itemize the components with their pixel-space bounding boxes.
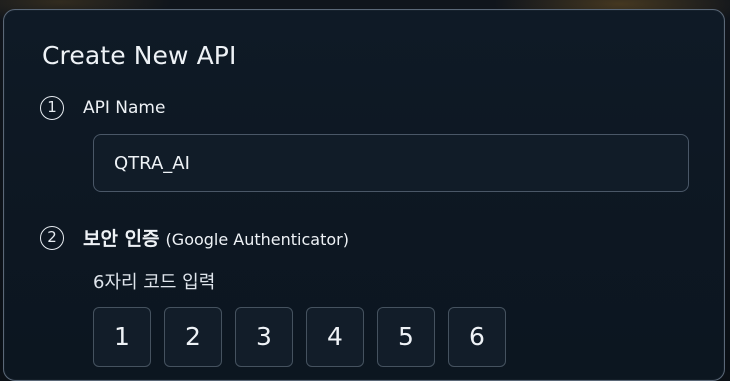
create-api-dialog: Create New API 1 API Name 2 보안 인증 (Google… (3, 9, 725, 381)
security-auth-label-provider: (Google Authenticator) (165, 230, 349, 249)
otp-digit-4[interactable]: 4 (306, 307, 364, 367)
otp-digit-6[interactable]: 6 (448, 307, 506, 367)
otp-digit-3[interactable]: 3 (235, 307, 293, 367)
otp-digit-1[interactable]: 1 (93, 307, 151, 367)
code-hint: 6자리 코드 입력 (93, 272, 216, 293)
otp-code-inputs: 1 2 3 4 5 6 (93, 307, 519, 367)
security-auth-label-ko: 보안 인증 (83, 228, 160, 250)
otp-digit-5[interactable]: 5 (377, 307, 435, 367)
security-auth-label: 보안 인증 (Google Authenticator) (83, 224, 349, 251)
api-name-input[interactable] (93, 134, 689, 192)
step-number-2: 2 (40, 225, 64, 250)
step-api-name: 1 API Name (40, 96, 165, 120)
otp-digit-2[interactable]: 2 (164, 307, 222, 367)
step-number-1: 1 (40, 96, 64, 120)
api-name-label: API Name (83, 98, 166, 118)
dialog-title: Create New API (42, 41, 237, 70)
step-security-auth: 2 보안 인증 (Google Authenticator) (40, 224, 349, 251)
